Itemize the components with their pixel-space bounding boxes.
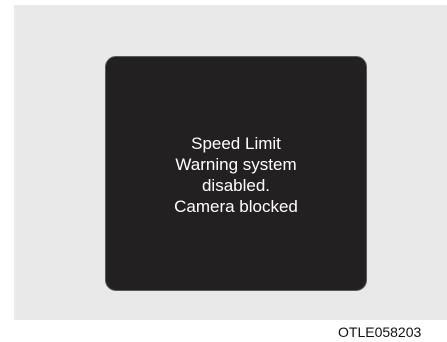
figure-code-label: OTLE058203 [338,324,422,340]
cluster-display-screen: Speed Limit Warning system disabled. Cam… [105,56,367,291]
warning-message-line-4: Camera blocked [174,196,298,216]
warning-message: Speed Limit Warning system disabled. Cam… [174,133,298,217]
warning-message-line-2: Warning system [175,154,297,174]
warning-message-line-3: disabled. [201,175,271,195]
warning-message-line-1: Speed Limit [191,133,281,153]
